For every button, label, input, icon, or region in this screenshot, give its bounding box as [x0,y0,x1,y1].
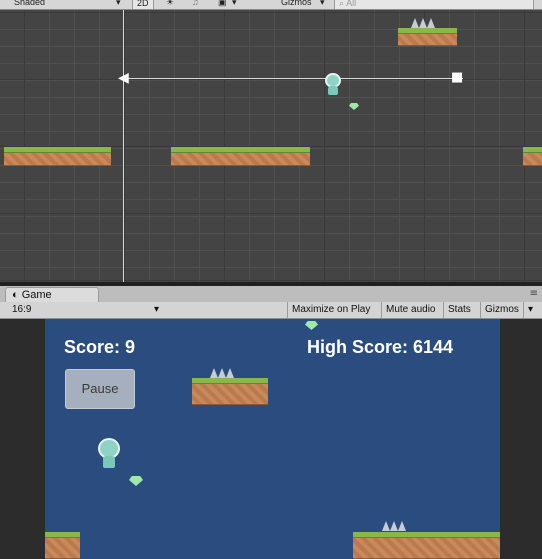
search-icon: ⌕ [339,0,345,8]
scene-platform-top-right[interactable] [398,28,457,46]
game-player-alien[interactable] [98,438,120,468]
spike-icon [390,521,398,531]
high-score-label: High Score: 6144 [307,337,454,357]
scene-platform-right[interactable] [523,147,542,166]
game-area: Score: 9 High Score: 6144 Pause [0,319,542,559]
scene-spikes [411,18,435,28]
spike-icon [210,368,218,378]
menu-icon[interactable]: ≡ [530,288,538,299]
sun-icon[interactable]: ☀ [166,0,174,8]
search-placeholder: All [346,0,357,8]
game-platform-bottom-right[interactable] [353,532,500,559]
game-toolbar: 16:9 ▾ Maximize on Play Mute audio Stats… [0,302,542,319]
camera-frame-left-line [123,9,124,282]
mute-audio-button[interactable]: Mute audio [381,302,439,318]
game-gem-top[interactable] [305,321,318,330]
game-platform-middle[interactable] [192,378,268,405]
pause-button[interactable]: Pause [65,369,135,409]
scene-platform-middle[interactable] [171,147,310,166]
gizmos-button[interactable]: Gizmos [480,302,523,318]
speaker-icon[interactable]: ◀ [118,71,129,85]
game-spikes-middle [210,368,234,378]
shading-mode-dropdown[interactable]: Shaded [14,0,45,8]
unity-icon: ◐ [12,289,19,301]
spike-icon [398,521,406,531]
spike-icon [218,368,226,378]
chevron-down-icon: ▾ [232,0,237,7]
score-label: Score: 9 [64,337,136,357]
chevron-down-icon: ▾ [523,302,537,318]
spike-icon [411,18,419,28]
chevron-down-icon: ▾ [116,0,121,7]
game-gem[interactable] [129,476,143,486]
camera-frame-center-line [123,78,463,79]
game-view[interactable]: Score: 9 High Score: 6144 Pause [45,319,500,559]
alien-body [103,456,115,468]
game-tab-bar: ◐ Game ≡ [0,286,542,303]
scene-gem[interactable] [349,103,359,110]
camera-icon[interactable]: ■ [451,71,463,85]
spike-icon [382,521,390,531]
mode-2d-toggle[interactable]: 2D [132,0,154,9]
game-platform-bottom-left[interactable] [45,532,80,559]
aspect-dropdown[interactable]: 16:9 [8,302,35,318]
chevron-down-icon: ▾ [320,0,325,7]
chevron-down-icon: ▾ [154,304,160,315]
spike-icon [419,18,427,28]
audio-icon[interactable]: ♫ [192,0,199,8]
scene-toolbar: Shaded ▾ 2D ☀ ♫ ▣ ▾ Gizmos ▾ ⌕ All [0,0,542,10]
scene-view[interactable]: Shaded ▾ 2D ☀ ♫ ▣ ▾ Gizmos ▾ ⌕ All ◀ ■ [0,0,542,282]
stats-button[interactable]: Stats [443,302,475,318]
tab-game[interactable]: ◐ Game [5,287,99,303]
gizmos-dropdown[interactable]: Gizmos [281,0,312,8]
scene-platform-left[interactable] [4,147,111,166]
scene-player-alien[interactable] [325,73,341,95]
alien-body [328,86,338,95]
maximize-on-play-button[interactable]: Maximize on Play [287,302,374,318]
spike-icon [427,18,435,28]
search-input[interactable]: ⌕ All [334,0,534,9]
tab-game-label: Game [21,289,52,301]
spike-icon [226,368,234,378]
game-spikes-bottom [382,521,406,531]
image-icon[interactable]: ▣ [218,0,227,8]
